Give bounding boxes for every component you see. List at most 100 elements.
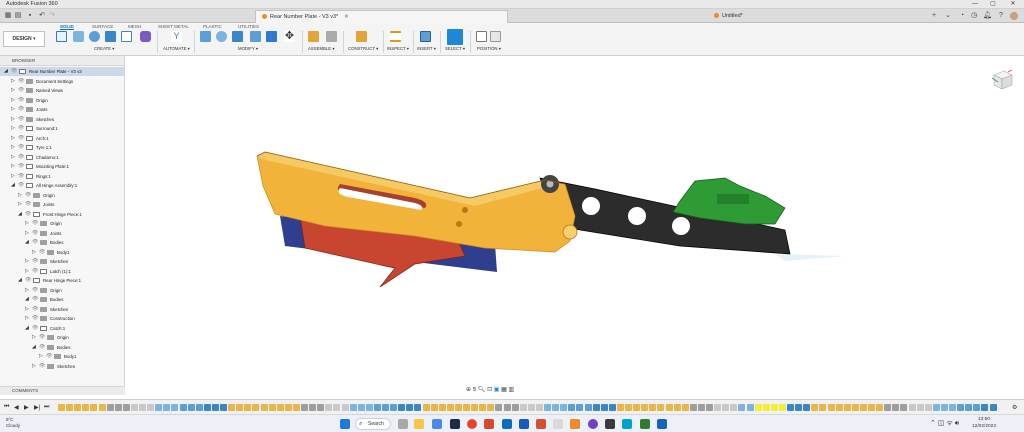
insert-image-icon[interactable] xyxy=(420,31,431,42)
browser-node[interactable]: ◢ 👁︎ Bodies xyxy=(0,295,124,304)
new-component-icon[interactable] xyxy=(308,31,319,42)
expand-toggle-icon[interactable]: ◢ xyxy=(11,183,16,188)
hole-icon[interactable] xyxy=(105,31,116,42)
visibility-icon[interactable]: 👁︎ xyxy=(18,126,24,131)
timeline-feature[interactable] xyxy=(940,404,948,411)
modify-menu[interactable]: MODIFY ▾ xyxy=(238,46,258,52)
timeline-feature[interactable] xyxy=(203,404,211,411)
app-icon[interactable] xyxy=(588,419,598,429)
app-icon[interactable] xyxy=(640,419,650,429)
create-menu[interactable]: CREATE ▾ xyxy=(94,46,114,52)
expand-toggle-icon[interactable]: ▷ xyxy=(11,107,16,112)
expand-toggle-icon[interactable]: ▷ xyxy=(25,306,30,312)
weather-widget[interactable]: 9°C Cloudy xyxy=(6,417,20,429)
timeline-feature[interactable] xyxy=(171,404,179,411)
timeline-feature[interactable] xyxy=(584,404,592,411)
expand-toggle-icon[interactable]: ◢ xyxy=(25,240,30,245)
visibility-icon[interactable]: 👁︎ xyxy=(32,316,38,321)
job-status-icon[interactable]: ◷ xyxy=(970,12,978,20)
expand-toggle-icon[interactable]: ◢ xyxy=(32,344,37,350)
visibility-icon[interactable]: 👁︎ xyxy=(32,325,38,331)
viewcube[interactable] xyxy=(990,68,1014,92)
timeline-feature[interactable] xyxy=(438,404,446,411)
browser-node[interactable]: ▷ 👁︎ Mounting Plate:1 xyxy=(0,162,124,171)
press-pull-icon[interactable] xyxy=(200,31,211,42)
timeline-feature[interactable] xyxy=(981,404,989,411)
word-icon[interactable] xyxy=(519,419,529,429)
visibility-icon[interactable]: 👁︎ xyxy=(18,97,24,103)
timeline-feature[interactable] xyxy=(325,404,333,411)
timeline-feature[interactable] xyxy=(317,404,325,411)
timeline-feature[interactable] xyxy=(284,404,292,411)
visibility-icon[interactable]: 👁︎ xyxy=(39,335,45,340)
timeline-feature[interactable] xyxy=(58,404,65,411)
timeline-feature[interactable] xyxy=(382,404,389,411)
position-menu[interactable]: POSITION ▾ xyxy=(477,46,501,52)
taskbar-search[interactable]: ⌕ Search xyxy=(355,418,391,430)
expand-toggle-icon[interactable]: ▷ xyxy=(32,335,37,340)
undo-icon[interactable]: ↶ xyxy=(38,12,46,20)
expand-toggle-icon[interactable]: ▷ xyxy=(32,249,37,255)
expand-toggle-icon[interactable]: ▷ xyxy=(25,268,30,274)
timeline-feature[interactable] xyxy=(66,404,74,411)
expand-toggle-icon[interactable]: ▷ xyxy=(18,192,23,198)
timeline-feature[interactable] xyxy=(495,404,503,411)
chrome-icon[interactable] xyxy=(467,419,477,429)
grid-icon[interactable]: ▦ xyxy=(501,387,507,393)
timeline-feature[interactable] xyxy=(220,404,227,411)
expand-toggle-icon[interactable]: ▷ xyxy=(11,145,16,150)
pan-icon[interactable]: ✋︎ xyxy=(473,387,476,393)
visibility-icon[interactable]: 👁︎ xyxy=(18,183,24,188)
visibility-icon[interactable]: 👁︎ xyxy=(18,154,24,160)
timeline-feature[interactable] xyxy=(114,404,122,411)
timeline-feature[interactable] xyxy=(924,404,932,411)
measure-icon[interactable] xyxy=(390,31,401,42)
visibility-icon[interactable]: 👁︎ xyxy=(18,78,24,84)
browser-node[interactable]: ◢ 👁︎ Bodies xyxy=(0,343,124,352)
browser-node[interactable]: ▷ 👁︎ Tyre 1:1 xyxy=(0,143,124,152)
canvas-viewport[interactable] xyxy=(125,56,1024,386)
browser-node[interactable]: ▷ 👁︎ Origin xyxy=(0,96,124,105)
timeline-feature[interactable] xyxy=(130,404,138,411)
timeline-feature[interactable] xyxy=(949,404,956,411)
timeline-feature[interactable] xyxy=(74,404,82,411)
revolve-icon[interactable] xyxy=(89,31,100,42)
timeline-feature[interactable] xyxy=(228,404,236,411)
expand-toggle-icon[interactable]: ◢ xyxy=(18,278,23,283)
expand-toggle-icon[interactable]: ▷ xyxy=(25,230,30,236)
timeline-feature[interactable] xyxy=(568,404,576,411)
timeline-feature[interactable] xyxy=(616,404,624,411)
timeline-feature[interactable] xyxy=(859,404,867,411)
timeline-feature[interactable] xyxy=(722,404,730,411)
timeline-feature[interactable] xyxy=(527,404,535,411)
timeline-feature[interactable] xyxy=(851,404,859,411)
visibility-icon[interactable]: 👁︎ xyxy=(18,173,24,179)
timeline-feature[interactable] xyxy=(471,404,479,411)
tab-rear-number-plate[interactable]: Rear Number Plate - V3 v3* ✕ xyxy=(255,10,508,23)
viewports-icon[interactable]: ▥ xyxy=(508,387,514,393)
workspace-switcher[interactable]: DESIGN ▾ xyxy=(3,31,45,47)
browser-node[interactable]: ▷ 👁︎ Document Settings xyxy=(0,77,124,86)
shell-icon[interactable] xyxy=(250,31,261,42)
timeline-feature[interactable] xyxy=(479,404,487,411)
timeline-feature[interactable] xyxy=(827,404,835,411)
expand-toggle-icon[interactable]: ▷ xyxy=(11,126,16,131)
expand-toggle-icon[interactable]: ▷ xyxy=(11,97,16,103)
timeline-feature[interactable] xyxy=(835,404,843,411)
timeline-feature[interactable] xyxy=(406,404,414,411)
timeline-feature[interactable] xyxy=(414,404,422,411)
timeline-feature[interactable] xyxy=(876,404,884,411)
timeline-feature[interactable] xyxy=(430,404,438,411)
expand-toggle-icon[interactable]: ▷ xyxy=(25,316,30,321)
tab-mesh[interactable]: MESH xyxy=(128,24,141,29)
timeline-feature[interactable] xyxy=(746,404,754,411)
visibility-icon[interactable]: 👁︎ xyxy=(25,202,31,207)
timeline-feature[interactable] xyxy=(803,404,811,411)
file-icon[interactable]: ▤ xyxy=(14,12,22,20)
comments-panel[interactable]: COMMENTS xyxy=(0,386,125,395)
browser-node[interactable]: ▷ 👁︎ Rings:1 xyxy=(0,172,124,181)
visibility-icon[interactable]: 👁︎ xyxy=(32,240,38,245)
timeline-feature[interactable] xyxy=(511,404,519,411)
expand-toggle-icon[interactable]: ▷ xyxy=(18,202,23,207)
timeline-feature[interactable] xyxy=(843,404,851,411)
